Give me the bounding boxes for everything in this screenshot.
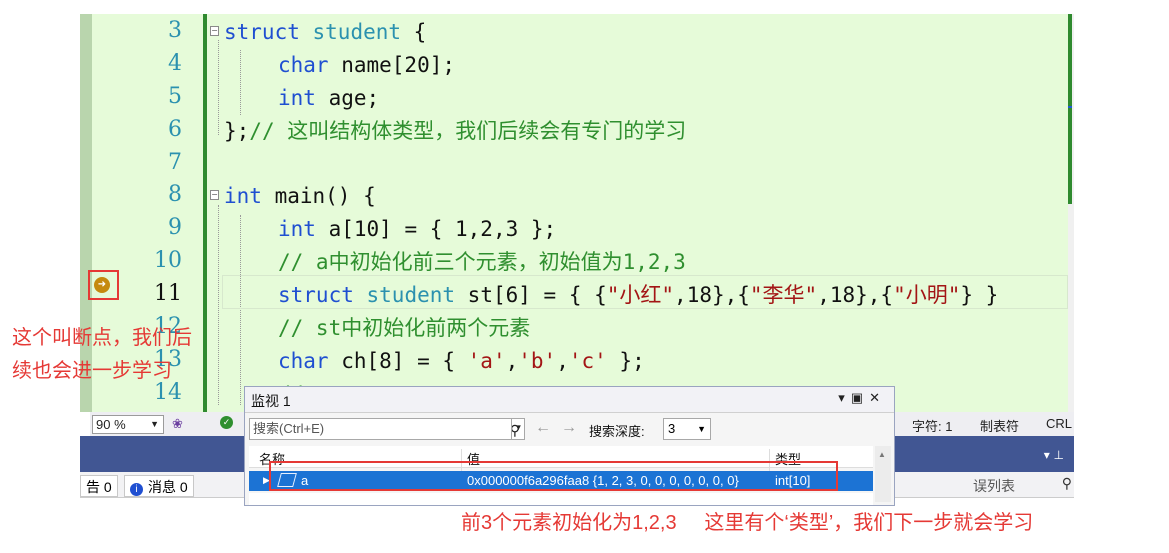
line-number: 7 <box>168 150 182 175</box>
char-literal: 'b' <box>518 349 557 373</box>
fold-guide <box>218 205 219 405</box>
keyword: int <box>278 86 316 110</box>
code-line-8: int main() { <box>224 180 376 213</box>
string-literal: "小红" <box>606 283 675 307</box>
code-text: a[10] = { 1,2,3 }; <box>315 217 557 241</box>
comment: // a中初始化前三个元素，初始值为1,2,3 <box>278 250 686 274</box>
code-lines[interactable]: struct student { char name[20]; int age;… <box>222 14 1068 412</box>
search-options-dropdown[interactable]: ▼ <box>511 418 525 440</box>
code-text: ch[8] = { <box>328 349 468 373</box>
code-line-11: struct student st[6] = { {"小红",18},{"李华"… <box>278 279 998 312</box>
watch-scrollbar[interactable]: ▲ <box>875 446 891 502</box>
type-name: student <box>312 20 402 44</box>
keyword: int <box>278 217 316 241</box>
change-bar <box>203 14 207 412</box>
messages-label: 消息 0 <box>148 479 188 495</box>
comment: // st中初始化前两个元素 <box>278 316 531 340</box>
keyword: struct <box>278 283 354 307</box>
search-depth-label: 搜索深度: <box>589 424 645 439</box>
code-line-4: char name[20]; <box>278 49 455 82</box>
search-nav-arrows[interactable]: ←→ <box>535 419 587 437</box>
editor-scrollbar[interactable] <box>1068 14 1074 412</box>
pin-icon[interactable]: ▾ ⊥ <box>1044 448 1064 462</box>
caret-marker <box>1068 106 1072 108</box>
code-line-12: // st中初始化前两个元素 <box>278 312 530 345</box>
fold-toggle-icon[interactable]: − <box>210 26 219 36</box>
bottom-annotation: 前3个元素初始化为1,2,3 这里有个‘类型’，我们下一步就会学习 <box>461 512 1034 534</box>
code-text: { <box>401 20 427 44</box>
messages-filter-button[interactable]: i 消息 0 <box>124 475 194 497</box>
line-number: 10 <box>154 248 182 273</box>
line-number-current: 11 <box>154 281 182 306</box>
line-number: 3 <box>168 18 182 43</box>
code-line-6: };// 这叫结构体类型，我们后续会有专门的学习 <box>224 115 686 148</box>
intellicode-icon[interactable]: ❀ <box>172 416 183 432</box>
string-literal: "李华" <box>749 283 818 307</box>
annotation-line: 续也会进一步学习 <box>12 360 172 382</box>
search-depth-select[interactable]: 3 ▼ <box>663 418 711 440</box>
code-text: ,18},{ <box>674 283 750 307</box>
char-position[interactable]: 字符: 1 <box>912 416 952 435</box>
code-text: ,18},{ <box>817 283 894 307</box>
code-text: main() { <box>261 184 376 208</box>
code-text: } } <box>960 283 999 307</box>
no-issues-icon[interactable]: ✓ <box>220 416 233 429</box>
code-line-10: // a中初始化前三个元素，初始值为1,2,3 <box>278 246 686 279</box>
watch-title: 监视 1 <box>251 393 291 409</box>
line-number: 6 <box>168 117 182 142</box>
keyword: int <box>224 184 262 208</box>
fold-toggle-icon[interactable]: − <box>210 190 219 200</box>
type-name: student <box>366 283 456 307</box>
info-icon: i <box>130 483 143 496</box>
comment: // 这叫结构体类型，我们后续会有专门的学习 <box>249 119 687 143</box>
watch-title-bar[interactable]: 监视 1 ▾▣✕ <box>245 387 894 413</box>
char-literal: 'c' <box>568 349 607 373</box>
keyword: struct <box>224 20 300 44</box>
code-text: }; <box>606 349 645 373</box>
keyword: char <box>278 349 329 373</box>
fold-guide <box>218 40 219 135</box>
depth-value: 3 <box>668 421 676 436</box>
watch-empty-row[interactable] <box>249 493 873 505</box>
watch-row-highlight <box>269 461 838 491</box>
execution-arrow-icon[interactable]: ➜ <box>94 277 110 293</box>
code-line-3: struct student { <box>224 16 426 49</box>
line-number: 4 <box>168 51 182 76</box>
indent-mode[interactable]: 制表符 <box>980 416 1019 435</box>
line-number: 9 <box>168 215 182 240</box>
string-literal: "小明" <box>893 283 961 307</box>
search-icon[interactable]: ⚲ <box>1062 475 1072 492</box>
code-text: }; <box>224 119 250 143</box>
code-text: st[6] = { { <box>455 283 607 307</box>
line-number: 5 <box>168 84 182 109</box>
warnings-filter-button[interactable]: 告 0 <box>80 475 118 497</box>
chevron-down-icon: ▼ <box>697 424 706 434</box>
code-line-5: int age; <box>278 82 379 115</box>
annotation-line: 这个叫断点，我们后 <box>12 327 192 349</box>
search-placeholder: 搜索(Ctrl+E) <box>253 421 325 436</box>
chevron-down-icon: ▼ <box>150 419 159 429</box>
keyword: char <box>278 53 329 77</box>
code-text: , <box>505 349 519 373</box>
code-text: name[20]; <box>328 53 456 77</box>
breakpoint-annotation: 这个叫断点，我们后 续也会进一步学习 <box>12 322 192 388</box>
line-ending[interactable]: CRL <box>1046 416 1072 431</box>
code-line-13: char ch[8] = { 'a','b','c' }; <box>278 345 645 378</box>
zoom-value: 90 % <box>96 417 126 432</box>
code-text: age; <box>315 86 380 110</box>
zoom-select[interactable]: 90 % ▼ <box>92 415 164 434</box>
error-list-search[interactable]: 误列表 <box>973 476 1015 496</box>
line-number: 8 <box>168 182 182 207</box>
char-literal: 'a' <box>467 349 506 373</box>
window-controls[interactable]: ▾▣✕ <box>838 390 886 406</box>
change-marker <box>1068 14 1072 204</box>
code-text: , <box>556 349 569 373</box>
code-line-9: int a[10] = { 1,2,3 }; <box>278 213 556 246</box>
watch-search-input[interactable]: 搜索(Ctrl+E) ⚲ <box>249 418 525 440</box>
scroll-up-icon[interactable]: ▲ <box>878 450 886 459</box>
watch-toolbar: 搜索(Ctrl+E) ⚲ ▼ ←→ 搜索深度: 3 ▼ <box>245 414 894 443</box>
